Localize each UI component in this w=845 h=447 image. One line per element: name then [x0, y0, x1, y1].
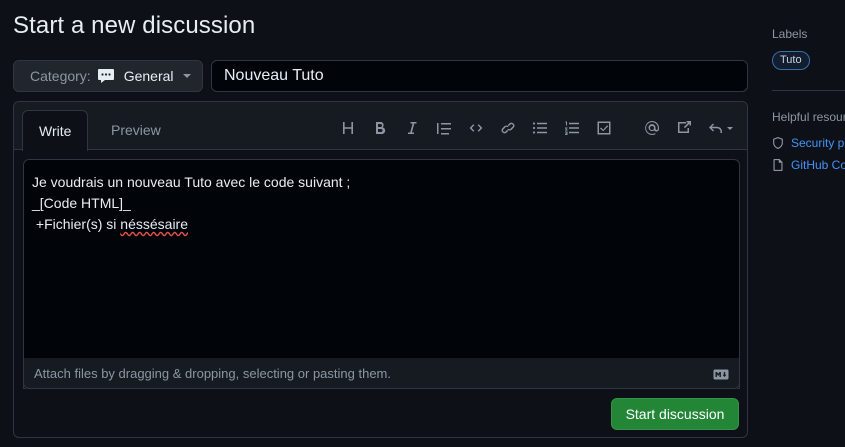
page-title: Start a new discussion: [13, 12, 256, 39]
category-dropdown[interactable]: Category: General: [13, 60, 203, 92]
editor-tabbar: Write Preview: [14, 102, 747, 151]
markdown-icon[interactable]: [713, 367, 729, 385]
github-conduct-link[interactable]: GitHub Co: [772, 158, 845, 172]
sidebar-divider: [772, 90, 845, 91]
security-policy-label: Security po: [791, 136, 845, 150]
speech-bubble-icon: [97, 68, 115, 84]
helpful-resources-heading: Helpful resour: [772, 110, 845, 124]
labels-heading: Labels: [772, 27, 808, 41]
github-conduct-label: GitHub Co: [791, 158, 845, 172]
body-line-2: _[Code HTML]_: [32, 195, 131, 211]
comment-editor: Write Preview Je voudrais un nouveau Tut…: [13, 101, 748, 438]
shield-icon: [773, 137, 783, 149]
mention-icon[interactable]: [641, 117, 663, 139]
misspelled-word: néssésaire: [120, 216, 188, 232]
start-discussion-button[interactable]: Start discussion: [611, 398, 739, 430]
link-icon[interactable]: [497, 117, 519, 139]
bulleted-list-icon[interactable]: [529, 117, 551, 139]
bold-icon[interactable]: [369, 117, 391, 139]
tab-preview[interactable]: Preview: [95, 110, 177, 151]
italic-icon[interactable]: [401, 117, 423, 139]
security-policy-link[interactable]: Security po: [772, 136, 845, 150]
category-value: General: [123, 68, 174, 84]
heading-icon[interactable]: [337, 117, 359, 139]
tab-write[interactable]: Write: [22, 110, 89, 151]
numbered-list-icon[interactable]: [561, 117, 583, 139]
reference-icon[interactable]: [673, 117, 695, 139]
discussion-title-input[interactable]: [211, 60, 748, 92]
comment-body-text: Je voudrais un nouveau Tuto avec le code…: [32, 172, 731, 235]
saved-replies-icon[interactable]: [705, 117, 737, 139]
file-attachment-bar[interactable]: Attach files by dragging & dropping, sel…: [23, 358, 740, 389]
caret-down-icon: [182, 73, 192, 79]
comment-body-textarea[interactable]: Je voudrais un nouveau Tuto avec le code…: [23, 159, 740, 389]
code-icon[interactable]: [465, 117, 487, 139]
label-tuto[interactable]: Tuto: [772, 51, 810, 70]
file-icon: [773, 159, 783, 171]
attach-hint: Attach files by dragging & dropping, sel…: [34, 366, 391, 381]
body-line-1: Je voudrais un nouveau Tuto avec le code…: [32, 174, 351, 190]
quote-icon[interactable]: [433, 117, 455, 139]
task-list-icon[interactable]: [593, 117, 615, 139]
category-label: Category:: [30, 68, 91, 84]
body-line-3: +Fichier(s) si: [32, 216, 121, 232]
